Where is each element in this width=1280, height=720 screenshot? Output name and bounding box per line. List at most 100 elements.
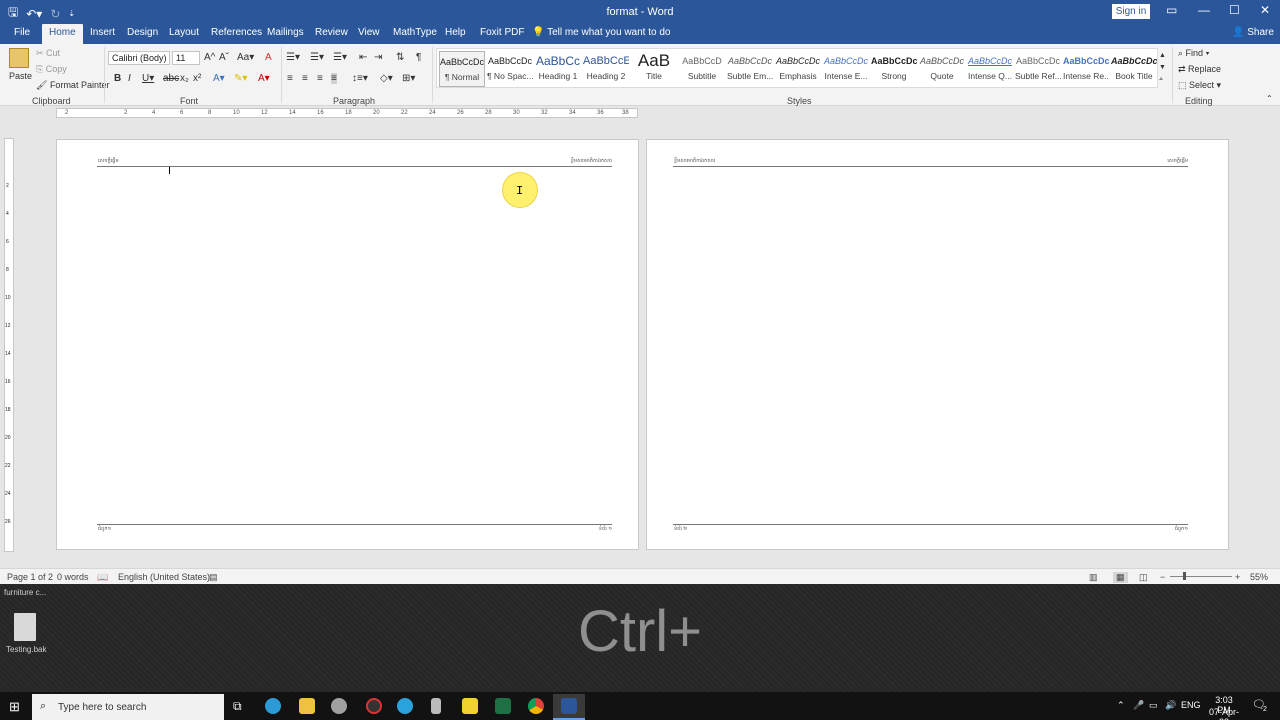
align-left-icon[interactable]: ≡: [287, 73, 293, 84]
select-button[interactable]: ⬚ Select ▾: [1178, 80, 1221, 91]
format-painter-button[interactable]: 🖌 Format Painter: [36, 80, 109, 91]
show-formatting-marks-icon[interactable]: ¶: [416, 52, 421, 63]
multilevel-list-icon[interactable]: ☰▾: [333, 52, 347, 63]
font-color-icon[interactable]: A▾: [258, 73, 270, 84]
macro-icon[interactable]: ▤: [209, 572, 218, 583]
style-title[interactable]: AaB Title: [631, 51, 677, 87]
cut-button[interactable]: ✂ Cut: [36, 48, 60, 59]
desktop-item-label[interactable]: furniture c...: [4, 588, 46, 597]
vertical-ruler[interactable]: 2 4 6 8 10 12 14 16 18 20 22 24 26: [4, 138, 14, 552]
tab-foxit-pdf[interactable]: Foxit PDF: [480, 27, 524, 38]
zoom-slider[interactable]: [1170, 576, 1232, 577]
usb-icon[interactable]: [431, 698, 441, 714]
bullets-icon[interactable]: ☰▾: [286, 52, 300, 63]
style-book-title[interactable]: AaBbCcDc Book Title: [1111, 51, 1157, 87]
decrease-indent-icon[interactable]: ⇤: [359, 52, 367, 63]
style-subtitle[interactable]: AaBbCcD Subtitle: [679, 51, 725, 87]
recorder-icon[interactable]: [366, 698, 382, 714]
word-count[interactable]: 0 words: [57, 572, 89, 582]
tab-review[interactable]: Review: [315, 27, 348, 38]
volume-icon[interactable]: 🔊: [1165, 700, 1176, 711]
bold-icon[interactable]: B: [114, 73, 121, 84]
sticky-notes-icon[interactable]: [462, 698, 478, 714]
paste-icon[interactable]: [9, 48, 29, 68]
style-no-spacing[interactable]: AaBbCcDc ¶ No Spac...: [487, 51, 533, 87]
tab-help[interactable]: Help: [445, 27, 466, 38]
superscript-icon[interactable]: x²: [193, 73, 201, 84]
windows-start-icon[interactable]: ⊞: [9, 699, 20, 715]
numbering-icon[interactable]: ☰▾: [310, 52, 324, 63]
file-explorer-icon[interactable]: [299, 698, 315, 714]
horizontal-ruler[interactable]: 2 2 4 6 8 10 12 14 16 18 20 22 24 26 28 …: [56, 108, 638, 118]
task-view-icon[interactable]: ⧉: [233, 699, 242, 714]
shrink-font-icon[interactable]: Aˇ: [219, 52, 229, 63]
tab-mailings[interactable]: Mailings: [267, 27, 304, 38]
word-taskbar-button[interactable]: [553, 694, 585, 720]
print-layout-icon[interactable]: ▦: [1113, 572, 1128, 583]
show-hidden-icons-icon[interactable]: ⌃: [1117, 700, 1125, 711]
page-2[interactable]: ខ្លឹមសារមាតិកាឯកសារ សេចក្តីផ្តើម ទំព័រ ២…: [646, 139, 1229, 550]
app-icon[interactable]: [331, 698, 347, 714]
page-1[interactable]: សេចក្តីផ្តើម ខ្លឹមសារមាតិកាឯកសារ ជំពូក១ …: [56, 139, 639, 550]
clock-date[interactable]: 07-Apr-23: [1205, 707, 1243, 720]
increase-indent-icon[interactable]: ⇥: [374, 52, 382, 63]
style-subtle-emphasis[interactable]: AaBbCcDc Subtle Em...: [727, 51, 773, 87]
tab-home[interactable]: Home: [42, 24, 83, 44]
maximize-button[interactable]: ☐: [1229, 3, 1240, 17]
style-quote[interactable]: AaBbCcDc Quote: [919, 51, 965, 87]
borders-icon[interactable]: ⊞▾: [402, 73, 415, 84]
tell-me-search[interactable]: 💡 Tell me what you want to do: [532, 27, 670, 38]
justify-icon[interactable]: ≡: [331, 73, 337, 84]
taskbar-search[interactable]: ⌕ Type here to search: [32, 694, 224, 720]
page-count[interactable]: Page 1 of 2: [7, 572, 53, 582]
style-normal[interactable]: AaBbCcDc ¶ Normal: [439, 51, 485, 87]
align-center-icon[interactable]: ≡: [302, 73, 308, 84]
tab-design[interactable]: Design: [127, 27, 158, 38]
tab-references[interactable]: References: [211, 27, 262, 38]
copy-button[interactable]: ⎘ Copy: [36, 64, 67, 75]
font-name-combo[interactable]: Calibri (Body): [108, 51, 170, 65]
change-case-icon[interactable]: Aa▾: [237, 52, 254, 63]
tab-view[interactable]: View: [358, 27, 380, 38]
font-size-combo[interactable]: 11: [172, 51, 200, 65]
excel-icon[interactable]: [495, 698, 511, 714]
grow-font-icon[interactable]: A^: [204, 52, 215, 63]
style-heading-1[interactable]: AaBbCc Heading 1: [535, 51, 581, 87]
subscript-icon[interactable]: x₂: [180, 73, 189, 84]
italic-icon[interactable]: I: [128, 73, 131, 84]
telegram-icon[interactable]: [397, 698, 413, 714]
ribbon-display-options-icon[interactable]: ▭: [1166, 3, 1177, 17]
styles-more-icon[interactable]: ⩡: [1159, 76, 1163, 84]
microphone-icon[interactable]: 🎤: [1133, 700, 1144, 711]
strikethrough-icon[interactable]: abc: [163, 73, 179, 84]
network-icon[interactable]: ▭: [1149, 700, 1158, 711]
style-emphasis[interactable]: AaBbCcDc Emphasis: [775, 51, 821, 87]
tab-mathtype[interactable]: MathType: [393, 27, 437, 38]
sort-icon[interactable]: ⇅: [396, 52, 404, 63]
share-button[interactable]: 👤 Share: [1232, 27, 1274, 38]
tab-file[interactable]: File: [14, 27, 30, 38]
chrome-icon[interactable]: [528, 698, 544, 714]
styles-scroll-down-icon[interactable]: ▼: [1159, 64, 1166, 71]
input-language[interactable]: ENG: [1181, 700, 1201, 710]
edge-icon[interactable]: [265, 698, 281, 714]
style-strong[interactable]: AaBbCcDc Strong: [871, 51, 917, 87]
find-button[interactable]: ⌕ Find ▾: [1178, 48, 1209, 59]
style-intense-reference[interactable]: AaBbCcDc Intense Re...: [1063, 51, 1109, 87]
shading-icon[interactable]: ◇▾: [380, 73, 393, 84]
text-effects-icon[interactable]: A▾: [213, 73, 225, 84]
line-spacing-icon[interactable]: ↕≡▾: [352, 73, 368, 84]
tab-layout[interactable]: Layout: [169, 27, 199, 38]
proofing-icon[interactable]: 📖: [97, 572, 108, 583]
zoom-out-icon[interactable]: −: [1160, 572, 1165, 582]
zoom-in-icon[interactable]: +: [1235, 572, 1240, 582]
web-layout-icon[interactable]: ◫: [1139, 572, 1148, 583]
clear-formatting-icon[interactable]: A: [265, 52, 272, 63]
style-intense-emphasis[interactable]: AaBbCcDc Intense E...: [823, 51, 869, 87]
paste-button[interactable]: Paste: [9, 71, 32, 81]
zoom-level[interactable]: 55%: [1250, 572, 1268, 582]
style-intense-quote[interactable]: AaBbCcDc Intense Q...: [967, 51, 1013, 87]
collapse-ribbon-icon[interactable]: ⌃: [1266, 94, 1273, 103]
sign-in-button[interactable]: Sign in: [1112, 4, 1150, 19]
style-subtle-reference[interactable]: AaBbCcDc Subtle Ref...: [1015, 51, 1061, 87]
